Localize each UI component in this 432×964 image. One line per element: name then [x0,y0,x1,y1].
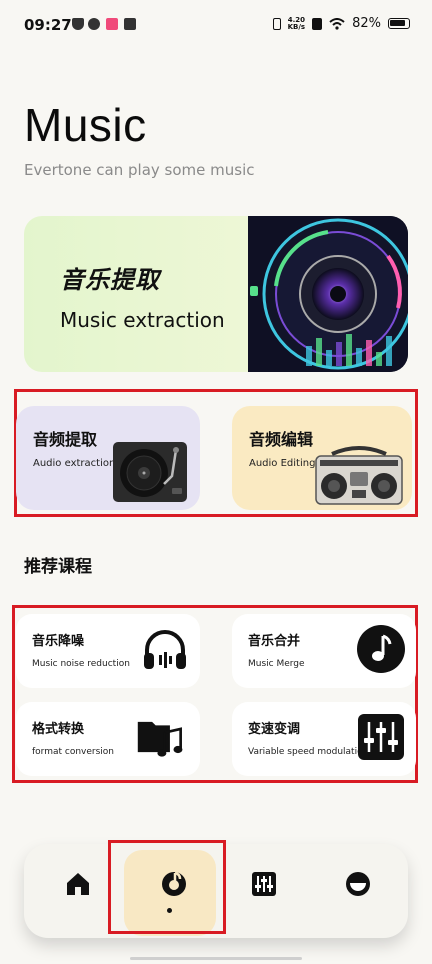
course-card-format-conversion[interactable]: 格式转换 format conversion [16,702,200,776]
wifi-icon [329,17,345,30]
status-time: 09:27 [24,16,72,34]
equalizer-icon [358,714,404,760]
battery-icon [388,18,410,29]
course-card-variable-speed[interactable]: 变速变调 Variable speed modulation [232,702,416,776]
course-label-cn: 变速变调 [248,722,301,737]
home-indicator[interactable] [130,957,302,960]
status-bar: 09:27 4.20 KB/s 82% [0,0,432,52]
page-title: Music [24,99,147,151]
app-notification-icon [88,18,100,30]
audio-editing-label-en: Audio Editing [249,458,316,469]
home-icon [67,873,89,895]
battery-percent: 82% [352,16,381,31]
audio-editing-card[interactable]: 音频编辑 Audio Editing [232,406,412,510]
music-extraction-banner[interactable]: 音乐提取 Music extraction [24,216,408,372]
audio-extraction-label-cn: 音频提取 [33,430,98,449]
net-speed-unit: KB/s [287,22,306,31]
course-label-cn: 音乐合并 [248,634,301,649]
recommended-courses-title: 推荐课程 [24,557,92,577]
mail-icon [124,18,136,30]
music-note-icon [357,625,405,673]
folder-music-icon [137,721,183,757]
audio-extraction-label-en: Audio extraction [33,458,116,469]
highlight-frame-nav [108,840,226,934]
page-subtitle: Evertone can play some music [24,161,255,179]
course-label-en: Variable speed modulation [248,747,369,757]
profile-icon [346,872,370,896]
course-label-en: Music noise reduction [32,659,130,669]
banner-title-cn: 音乐提取 [60,266,160,294]
nav-mixer[interactable] [214,844,310,938]
audio-editing-label-cn: 音频编辑 [249,430,314,449]
banner-title-en: Music extraction [60,308,225,332]
headphones-icon [144,630,186,669]
shield-icon [72,18,84,30]
nav-profile[interactable] [308,844,404,938]
course-label-en: Music Merge [248,659,305,669]
audio-extraction-card[interactable]: 音频提取 Audio extraction [16,406,200,510]
course-card-noise-reduction[interactable]: 音乐降噪 Music noise reduction [16,614,200,688]
course-card-music-merge[interactable]: 音乐合并 Music Merge [232,614,416,688]
course-label-cn: 音乐降噪 [32,634,85,649]
speaker-art-icon [248,216,408,372]
app-notification-icon-pink [106,18,118,30]
status-right-group: 4.20 KB/s 82% [272,16,410,31]
course-label-cn: 格式转换 [32,722,85,737]
turntable-icon [113,442,187,502]
course-label-en: format conversion [32,747,115,757]
vibrate-icon [272,17,281,30]
mixer-icon [252,872,276,896]
net-speed: 4.20 KB/s [287,16,306,31]
no-sim-icon [312,17,323,30]
boombox-icon [315,446,403,505]
